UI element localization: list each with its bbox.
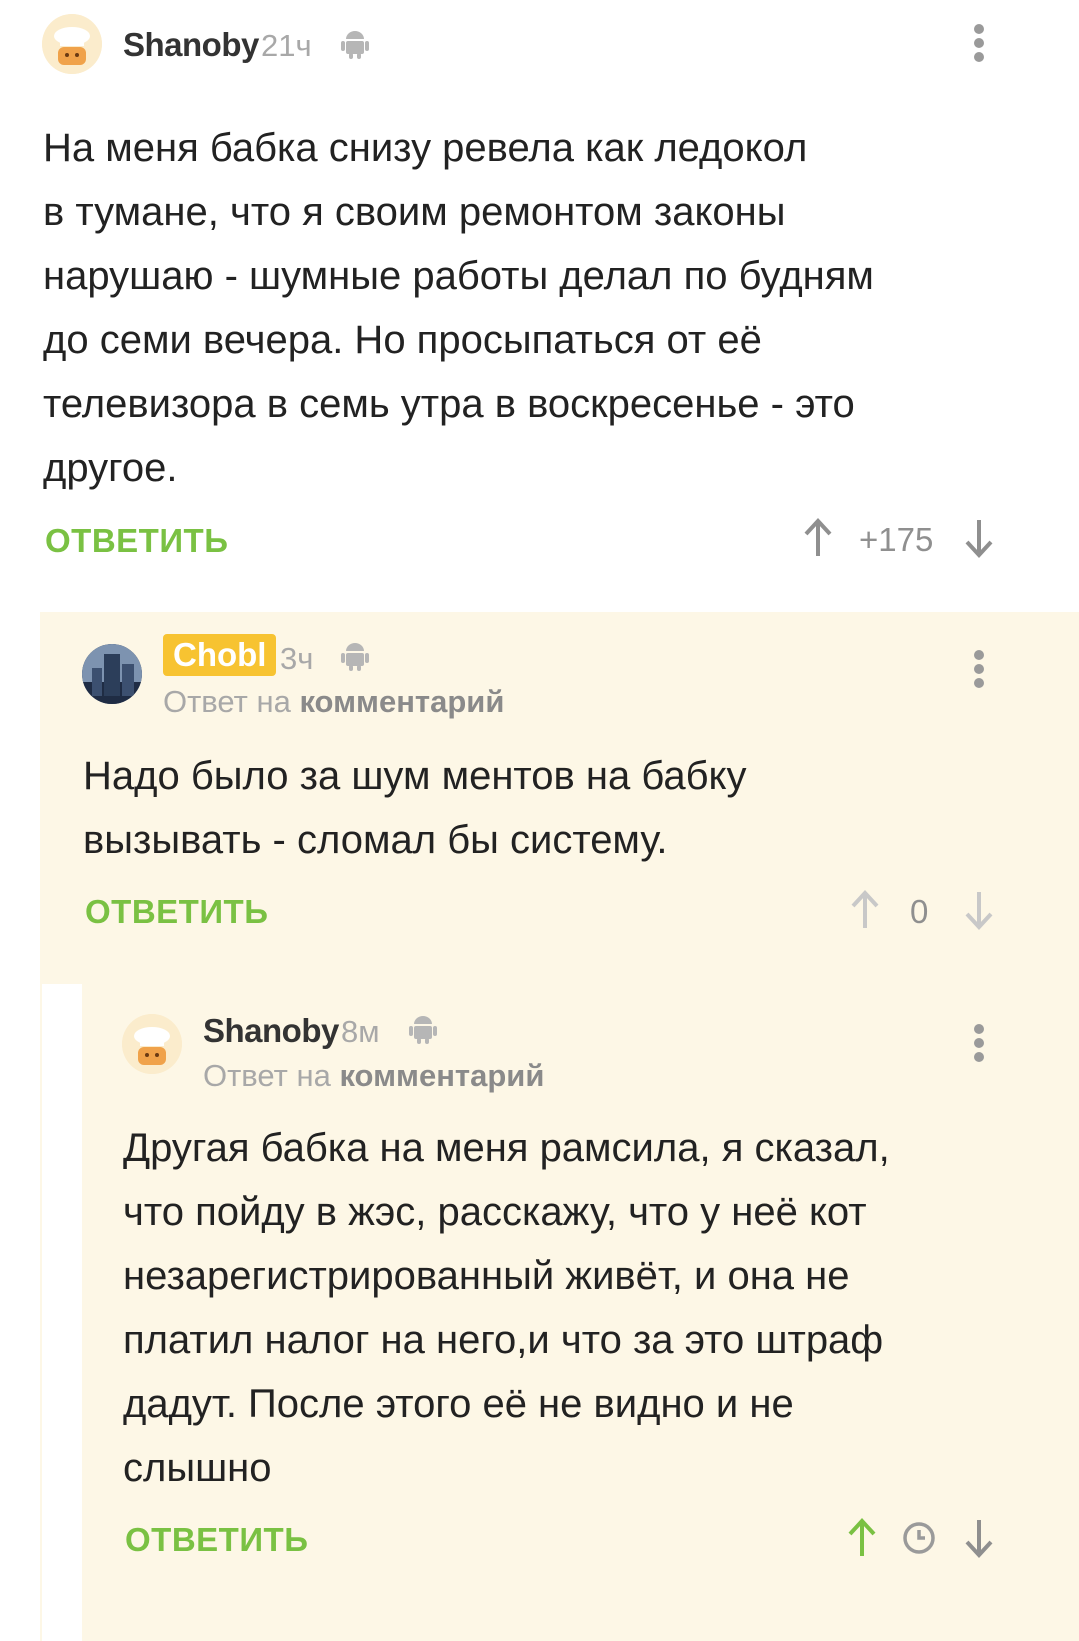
- rating: +175: [859, 521, 934, 558]
- city-avatar-icon: [82, 644, 142, 704]
- android-icon: [341, 643, 369, 671]
- comment-text: Надо было за шум ментов на бабку вызыват…: [83, 744, 1043, 872]
- rating: 0: [910, 893, 929, 930]
- text-line: другое.: [43, 446, 178, 490]
- android-icon: [341, 31, 369, 59]
- chef-avatar-icon: [42, 14, 102, 74]
- android-icon: [409, 1016, 437, 1044]
- reply-button[interactable]: ОТВЕТИТЬ: [85, 893, 268, 931]
- text-line: дадут. После этого её не видно и не: [123, 1382, 794, 1426]
- reply-to-prefix: Ответ на: [163, 684, 291, 719]
- username-badge[interactable]: Chobl: [163, 634, 277, 676]
- arrow-up-icon[interactable]: [848, 888, 882, 932]
- user-avatar[interactable]: [42, 14, 102, 74]
- text-line: нарушаю - шумные работы делал по будням: [43, 254, 874, 298]
- comment-time: 8м: [341, 1014, 380, 1049]
- chef-avatar-icon: [122, 1014, 182, 1074]
- arrow-down-icon[interactable]: [962, 888, 996, 932]
- reply-to: Ответ на комментарий: [203, 1058, 544, 1094]
- text-line: слышно: [123, 1446, 272, 1490]
- arrow-up-icon[interactable]: [801, 516, 835, 560]
- text-line: платил налог на него,и что за это штраф: [123, 1318, 884, 1362]
- comment-text: Другая бабка на меня рамсила, я сказал, …: [123, 1116, 1053, 1500]
- more-vertical-icon[interactable]: [972, 20, 986, 66]
- arrow-down-icon[interactable]: [962, 516, 996, 560]
- username[interactable]: Shanoby: [123, 26, 259, 64]
- reply-button[interactable]: ОТВЕТИТЬ: [45, 522, 228, 560]
- user-avatar[interactable]: [82, 644, 142, 704]
- user-avatar[interactable]: [122, 1014, 182, 1074]
- more-vertical-icon[interactable]: [972, 1020, 986, 1066]
- reply-button[interactable]: ОТВЕТИТЬ: [125, 1521, 308, 1559]
- text-line: в тумане, что я своим ремонтом законы: [43, 190, 786, 234]
- comment-text: На меня бабка снизу ревела как ледокол в…: [43, 116, 1043, 500]
- clock-icon: [903, 1522, 935, 1554]
- comment-1: Shanoby 21ч На меня бабка снизу ревела к…: [0, 0, 1079, 600]
- arrow-down-icon[interactable]: [962, 1516, 996, 1560]
- comment-3: Shanoby 8м Ответ на комментарий Другая б…: [0, 984, 1079, 1641]
- text-line: вызывать - сломал бы систему.: [83, 818, 668, 862]
- reply-to: Ответ на комментарий: [163, 684, 504, 720]
- text-line: Надо было за шум ментов на бабку: [83, 754, 747, 798]
- comment-2: Chobl 3ч Ответ на комментарий Надо было …: [0, 612, 1079, 972]
- reply-to-link[interactable]: комментарий: [299, 684, 504, 719]
- comment-time: 21ч: [261, 28, 312, 63]
- text-line: до семи вечера. Но просыпаться от её: [43, 318, 762, 362]
- username[interactable]: Shanoby: [203, 1012, 339, 1050]
- text-line: телевизора в семь утра в воскресенье - э…: [43, 382, 855, 426]
- text-line: незарегистрированный живёт, и она не: [123, 1254, 850, 1298]
- reply-to-prefix: Ответ на: [203, 1058, 331, 1093]
- arrow-up-icon[interactable]: [845, 1516, 879, 1560]
- comment-time: 3ч: [280, 641, 314, 676]
- text-line: Другая бабка на меня рамсила, я сказал,: [123, 1126, 890, 1170]
- more-vertical-icon[interactable]: [972, 646, 986, 692]
- text-line: что пойду в жэс, расскажу, что у неё кот: [123, 1190, 867, 1234]
- text-line: На меня бабка снизу ревела как ледокол: [43, 126, 808, 170]
- reply-to-link[interactable]: комментарий: [339, 1058, 544, 1093]
